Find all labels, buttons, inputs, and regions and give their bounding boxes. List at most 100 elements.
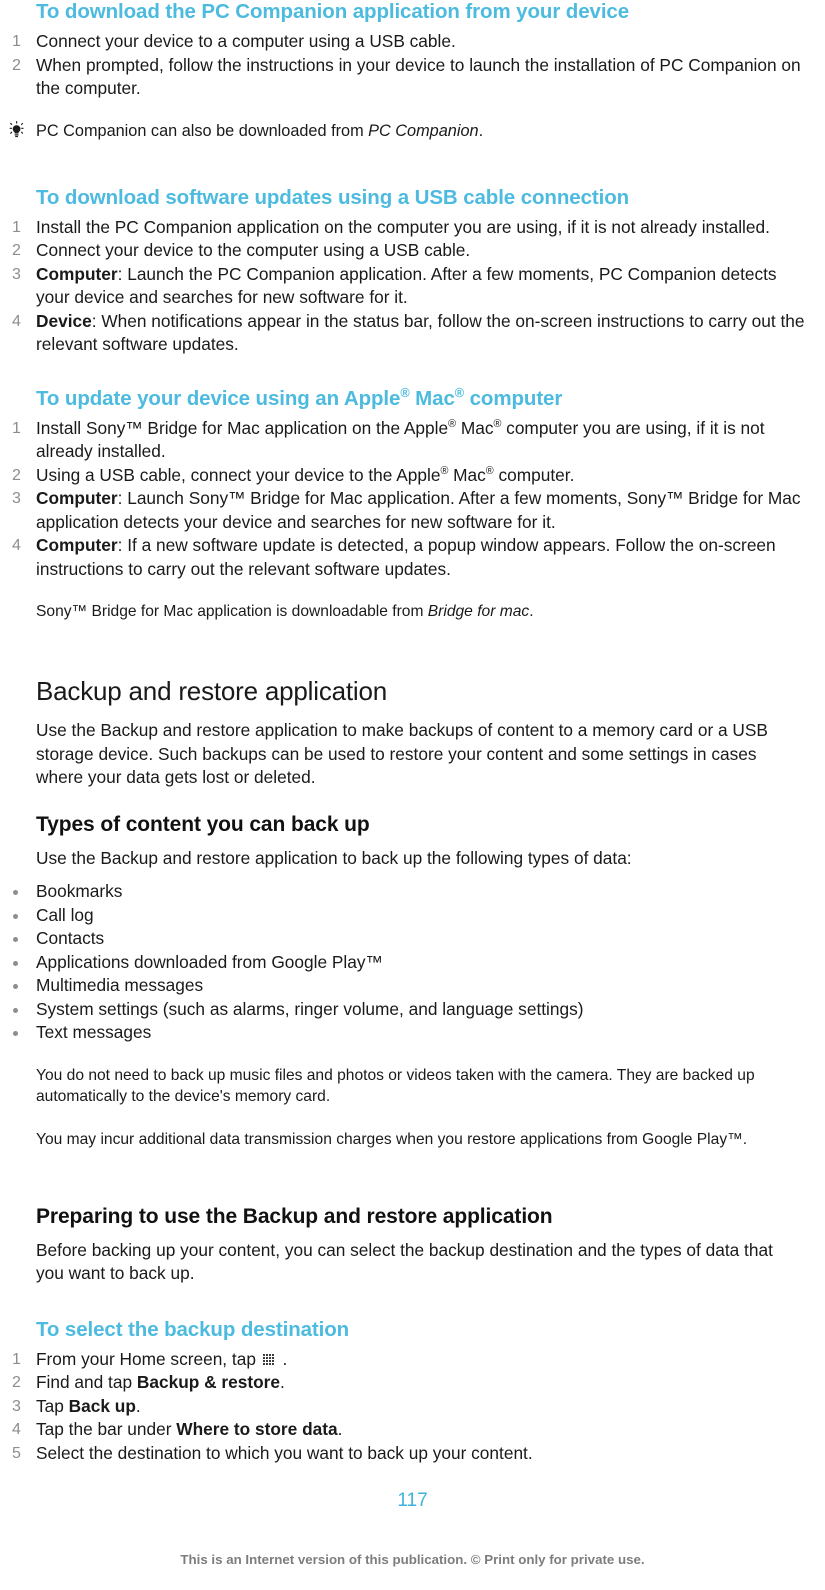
list-item: Text messages — [0, 1021, 825, 1045]
tip-pc-companion-download: PC Companion can also be downloaded from… — [0, 120, 825, 142]
list-item: 1 From your Home screen, tap . — [0, 1348, 806, 1372]
lightbulb-tip-icon — [6, 120, 30, 141]
bullet-text: System settings (such as alarms, ringer … — [36, 998, 584, 1019]
page-number: 117 — [397, 1490, 428, 1511]
heading-mac-updates: To update your device using an Apple® Ma… — [36, 384, 825, 411]
step-number: 2 — [12, 1374, 21, 1391]
step-text-a: Tap — [36, 1395, 69, 1416]
step-number: 3 — [12, 265, 21, 283]
step-text-a: Install Sony™ Bridge for Mac application… — [36, 417, 449, 438]
step-number: 2 — [12, 56, 21, 74]
list-item: 1 Install the PC Companion application o… — [0, 216, 806, 240]
step-text-a: Using a USB cable, connect your device t… — [36, 464, 441, 485]
step-number: 2 — [12, 466, 21, 484]
bullet-text: Contacts — [36, 928, 105, 948]
step-text-a: : Launch Sony™ Bridge for Mac applicatio… — [36, 488, 801, 532]
note-text: You may incur additional data transmissi… — [36, 1130, 748, 1148]
bullet-dot-icon — [13, 1031, 18, 1036]
registered-mark: ® — [400, 384, 410, 400]
steps-usb-cable-updates: 1 Install the PC Companion application o… — [0, 216, 825, 357]
step-number: 1 — [12, 218, 21, 236]
bullet-text: Call log — [36, 904, 94, 925]
bullet-dot-icon — [13, 937, 18, 942]
bullet-dot-icon — [13, 984, 18, 989]
bullet-dot-icon — [13, 913, 18, 919]
step-lead: Computer — [36, 535, 118, 555]
app-grid-icon[interactable] — [262, 1353, 276, 1366]
list-item: 3 Computer: Launch Sony™ Bridge for Mac a… — [0, 487, 806, 534]
step-number: 1 — [12, 419, 21, 437]
step-number: 3 — [12, 490, 21, 507]
steps-select-backup-destination: 1 From your Home screen, tap . 2 Find and … — [0, 1348, 825, 1466]
list-item: 5 Select the destination to which you wan… — [0, 1442, 806, 1466]
heading-preparing-to-use: Preparing to use the Backup and restore … — [36, 1204, 553, 1228]
list-item: Multimedia messages — [0, 974, 825, 998]
note-text: You do not need to back up music files a… — [36, 1066, 755, 1105]
step-lead: Where to store data — [176, 1419, 338, 1439]
heading-text-b: Mac — [409, 386, 455, 410]
heading-pc-companion-download: To download the PC Companion application… — [36, 0, 630, 23]
step-number: 4 — [12, 1421, 21, 1438]
step-number: 2 — [12, 242, 21, 259]
step-text-c: computer. — [493, 464, 575, 485]
paragraph-types-of-content-intro: Use the Backup and restore application t… — [36, 847, 632, 868]
step-text: : When notifications appear in the statu… — [36, 310, 805, 355]
step-lead: Computer — [36, 263, 118, 284]
step-lead: Device — [36, 310, 92, 331]
list-item: 3 Computer: Launch the PC Companion appl… — [0, 263, 806, 310]
step-number: 3 — [12, 1397, 21, 1415]
step-text-a: From your Home screen, tap — [36, 1348, 261, 1369]
registered-mark: ® — [448, 417, 457, 430]
bullet-dot-icon — [13, 960, 18, 966]
registered-mark: ® — [454, 384, 465, 400]
note-text-before: Sony™ Bridge for Mac application is down… — [36, 603, 428, 620]
tip-link-text[interactable]: PC Companion — [368, 122, 478, 140]
tip-text-before: PC Companion can also be downloaded from — [36, 121, 369, 140]
heading-text-c: computer — [464, 386, 563, 410]
list-item: 1 Connect your device to a computer usin… — [0, 30, 806, 54]
step-number: 5 — [12, 1444, 21, 1462]
list-item: 2 Connect your device to the computer us… — [0, 239, 806, 263]
bullet-text: Text messages — [36, 1022, 152, 1042]
step-text-tail: . — [280, 1372, 285, 1392]
note-data-transmission-charges: You may incur additional data transmissi… — [0, 1129, 825, 1150]
paragraph-backup-restore-intro: Use the Backup and restore application t… — [36, 720, 768, 787]
step-number: 4 — [12, 312, 21, 330]
bullet-text: Applications downloaded from Google Play… — [36, 951, 383, 972]
note-link-text[interactable]: Bridge for mac — [428, 603, 529, 620]
steps-mac-updates: 1 Install Sony™ Bridge for Mac applicatio… — [0, 417, 825, 582]
list-item: Contacts — [0, 927, 825, 951]
step-text-a: Select the destination to which you want… — [36, 1442, 533, 1463]
step-text-a: Tap the bar under — [36, 1419, 177, 1439]
list-item: Call log — [0, 904, 825, 928]
list-item: 4 Device: When notifications appear in t… — [0, 310, 806, 357]
list-item: 3 Tap Back up. — [0, 1395, 806, 1419]
step-text: Install the PC Companion application on … — [36, 216, 770, 237]
bullet-dot-icon — [13, 1007, 18, 1013]
step-text-tail: . — [135, 1395, 141, 1416]
list-item: 4 Computer: If a new software update is d… — [0, 534, 806, 581]
bullet-text: Multimedia messages — [36, 975, 204, 995]
step-text: : Launch the PC Companion application. A… — [36, 263, 777, 308]
note-mac-bridge-download: Sony™ Bridge for Mac application is down… — [0, 601, 825, 622]
note-text-after: . — [529, 603, 534, 620]
note-no-need-backup-media: You do not need to back up music files a… — [0, 1065, 825, 1107]
heading-select-backup-destination: To select the backup destination — [36, 1317, 350, 1341]
step-text: When prompted, follow the instructions i… — [36, 54, 801, 99]
step-text-b: Mac — [456, 417, 494, 438]
list-item: 2 When prompted, follow the instructions… — [0, 54, 806, 101]
tip-text-after: . — [478, 121, 484, 140]
step-text: Connect your device to the computer usin… — [36, 240, 471, 260]
document-page: To download the PC Companion application… — [0, 0, 825, 1590]
step-text-a: Find and tap — [36, 1372, 137, 1392]
list-item: 4 Tap the bar under Where to store data. — [0, 1418, 806, 1442]
step-text: Connect your device to a computer using … — [36, 31, 456, 51]
list-item: 1 Install Sony™ Bridge for Mac applicatio… — [0, 417, 806, 464]
step-text-tail: . — [337, 1419, 343, 1439]
step-number: 1 — [12, 33, 21, 50]
list-item: 2 Find and tap Backup & restore. — [0, 1371, 806, 1395]
heading-backup-restore-application: Backup and restore application — [36, 676, 388, 706]
heading-types-of-content: Types of content you can back up — [36, 812, 370, 836]
list-item: Bookmarks — [0, 880, 825, 904]
step-text-b: . — [277, 1348, 288, 1369]
